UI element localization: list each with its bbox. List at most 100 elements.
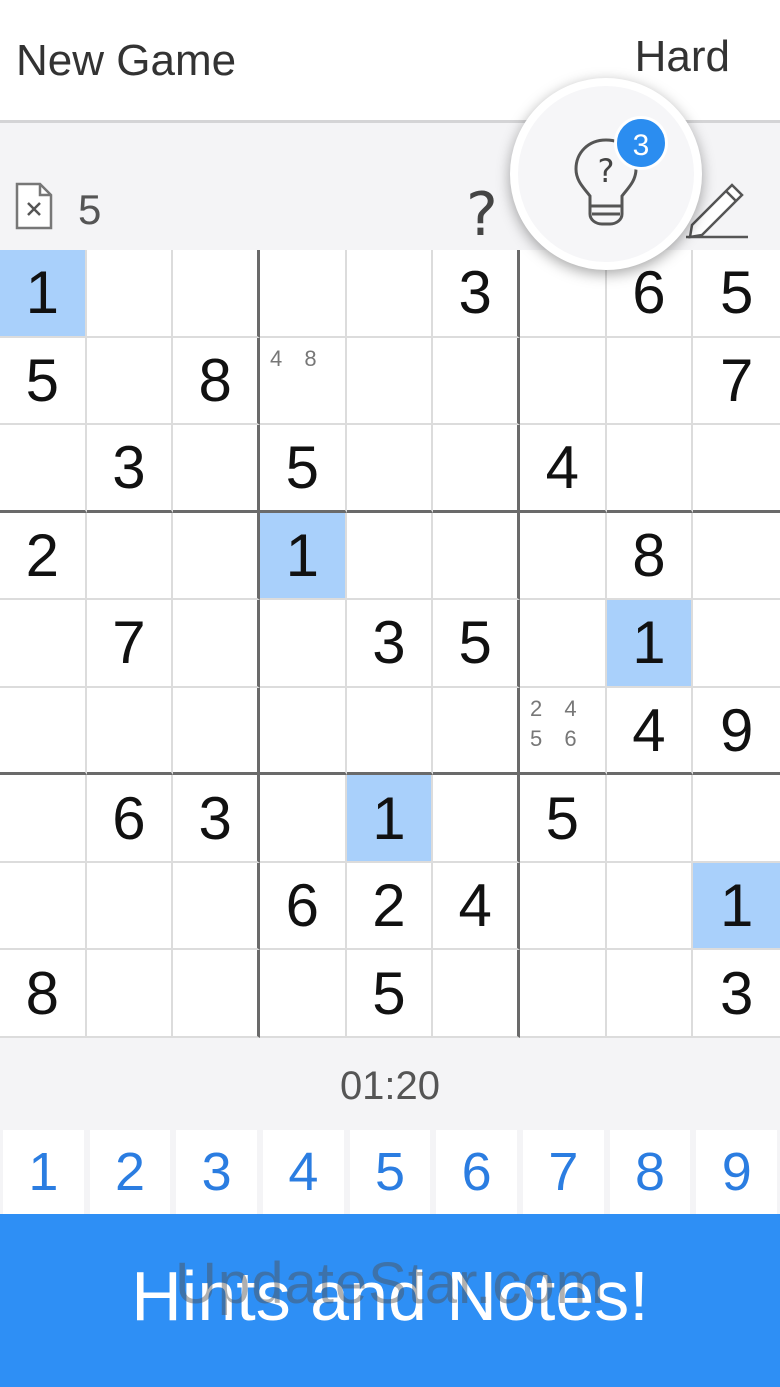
sudoku-cell[interactable] (606, 950, 694, 1038)
sudoku-cell[interactable] (346, 687, 434, 776)
sudoku-cell[interactable] (606, 425, 694, 513)
sudoku-cell[interactable]: 1 (259, 512, 347, 601)
sudoku-cell[interactable]: 7 (86, 600, 174, 688)
sudoku-cell[interactable] (693, 425, 780, 513)
sudoku-cell[interactable] (346, 425, 434, 513)
number-key[interactable]: 2 (89, 1130, 171, 1214)
sudoku-cell[interactable] (606, 862, 694, 951)
sudoku-cell[interactable] (519, 512, 607, 601)
sudoku-cell[interactable] (173, 862, 260, 951)
sudoku-cell[interactable] (693, 513, 780, 601)
sudoku-cell[interactable] (606, 337, 694, 426)
sudoku-cell[interactable] (519, 950, 607, 1038)
sudoku-cell[interactable] (86, 862, 174, 951)
mistakes-icon (15, 182, 53, 230)
number-key[interactable]: 3 (176, 1130, 258, 1214)
sudoku-cell[interactable]: 7 (693, 338, 780, 426)
cell-note: 2 4 5 6 (529, 695, 585, 751)
sudoku-cell[interactable]: 8 (173, 337, 260, 426)
sudoku-cell[interactable] (86, 687, 174, 776)
sudoku-cell[interactable] (0, 425, 87, 513)
hint-button[interactable]: ? (510, 78, 702, 270)
sudoku-cell[interactable] (606, 775, 694, 863)
sudoku-cell[interactable] (433, 425, 520, 513)
sudoku-cell[interactable] (0, 687, 87, 776)
sudoku-cell[interactable] (346, 250, 434, 338)
sudoku-cell[interactable] (519, 600, 607, 688)
sudoku-cell[interactable]: 9 (693, 688, 780, 776)
sudoku-cell[interactable] (259, 687, 347, 776)
sudoku-cell[interactable]: 1 (346, 775, 434, 863)
sudoku-cell[interactable]: 5 (0, 337, 87, 426)
sudoku-cell[interactable]: 6 (86, 775, 174, 863)
sudoku-cell[interactable]: 8 (606, 512, 694, 601)
sudoku-cell[interactable]: 5 (519, 775, 607, 863)
difficulty-label[interactable]: Hard (635, 32, 730, 82)
sudoku-cell[interactable]: 3 (86, 425, 174, 513)
sudoku-cell[interactable]: 4 (606, 687, 694, 776)
sudoku-cell[interactable] (173, 425, 260, 513)
sudoku-cell[interactable] (259, 950, 347, 1038)
sudoku-cell[interactable] (86, 250, 174, 338)
svg-text:?: ? (598, 152, 615, 190)
sudoku-cell[interactable]: 3 (173, 775, 260, 863)
sudoku-cell[interactable] (519, 337, 607, 426)
sudoku-cell[interactable] (0, 775, 87, 863)
number-key[interactable]: 6 (436, 1130, 518, 1214)
sudoku-cell[interactable] (693, 600, 780, 688)
sudoku-cell[interactable]: 4 (433, 862, 520, 951)
number-key[interactable]: 8 (609, 1130, 691, 1214)
sudoku-cell[interactable]: 4 (519, 425, 607, 513)
sudoku-cell[interactable] (0, 600, 87, 688)
sudoku-cell[interactable] (346, 512, 434, 601)
number-key[interactable]: 4 (263, 1130, 344, 1214)
watermark: UpdateStar.com (175, 1251, 605, 1316)
cell-note: 4 8 (269, 345, 325, 371)
sudoku-cell[interactable] (86, 950, 174, 1038)
sudoku-cell[interactable]: 5 (346, 950, 434, 1038)
sudoku-cell[interactable] (433, 337, 520, 426)
sudoku-cell[interactable]: 2 (346, 862, 434, 951)
sudoku-cell[interactable] (433, 775, 520, 863)
sudoku-cell[interactable] (86, 337, 174, 426)
sudoku-cell[interactable] (86, 512, 174, 601)
number-pad: 123456789 (0, 1130, 780, 1214)
sudoku-cell[interactable] (693, 775, 780, 863)
sudoku-cell[interactable]: 1 (693, 862, 780, 951)
sudoku-cell[interactable]: 4 8 (259, 337, 347, 426)
sudoku-cell[interactable] (433, 687, 520, 776)
sudoku-cell[interactable]: 1 (606, 600, 694, 688)
sudoku-cell[interactable] (173, 950, 260, 1038)
sudoku-cell[interactable] (173, 687, 260, 776)
sudoku-cell[interactable]: 2 4 5 6 (519, 687, 607, 776)
help-button[interactable]: ? (466, 180, 498, 250)
sudoku-cell[interactable] (173, 600, 260, 688)
sudoku-cell[interactable]: 3 (433, 250, 520, 338)
sudoku-cell[interactable]: 3 (693, 950, 780, 1038)
sudoku-cell[interactable] (0, 862, 87, 951)
hint-count-badge: 3 (614, 116, 668, 170)
sudoku-cell[interactable]: 5 (433, 600, 520, 688)
number-key[interactable]: 1 (3, 1130, 84, 1214)
sudoku-cell[interactable] (433, 950, 520, 1038)
sudoku-cell[interactable] (346, 337, 434, 426)
sudoku-cell[interactable] (259, 775, 347, 863)
number-key[interactable]: 9 (696, 1130, 778, 1214)
sudoku-cell[interactable]: 8 (0, 950, 87, 1038)
mistakes-count: 5 (78, 186, 102, 233)
sudoku-cell[interactable] (259, 600, 347, 688)
number-key[interactable]: 5 (349, 1130, 431, 1214)
sudoku-cell[interactable] (259, 250, 347, 338)
sudoku-cell[interactable]: 5 (259, 425, 347, 513)
sudoku-cell[interactable] (433, 512, 520, 601)
sudoku-cell[interactable] (173, 250, 260, 338)
sudoku-cell[interactable]: 5 (693, 250, 780, 338)
sudoku-cell[interactable] (173, 512, 260, 601)
sudoku-cell[interactable]: 1 (0, 250, 87, 338)
sudoku-cell[interactable] (519, 862, 607, 951)
sudoku-cell[interactable]: 6 (259, 862, 347, 951)
sudoku-cell[interactable]: 2 (0, 512, 87, 601)
number-key[interactable]: 7 (523, 1130, 604, 1214)
sudoku-cell[interactable]: 3 (346, 600, 434, 688)
new-game-button[interactable]: New Game (16, 36, 236, 86)
